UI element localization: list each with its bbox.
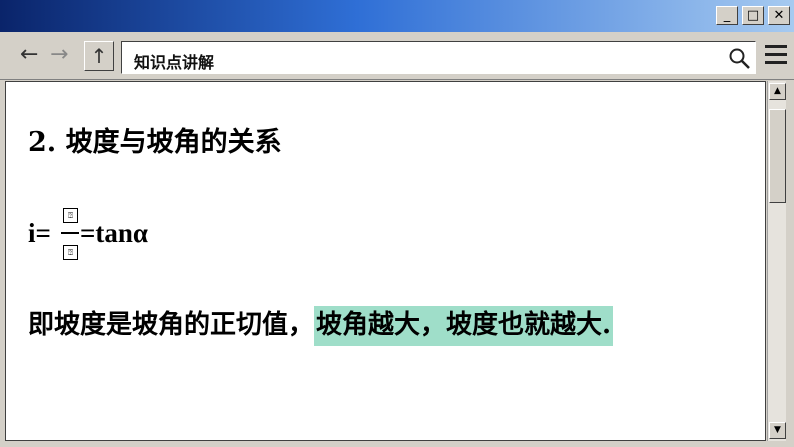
navigation-toolbar: ← → ↑ 知识点讲解	[0, 32, 794, 80]
window-titlebar: _ □ ✕	[0, 0, 794, 32]
formula-rhs: =tanα	[80, 218, 148, 248]
minimize-button[interactable]: _	[716, 6, 738, 25]
content-pane: 2. 坡度与坡角的关系 i= ⍰ ⍰ =tanα 即坡度是坡角的正切值，坡角越大…	[5, 81, 766, 441]
fraction-denominator: ⍰	[63, 245, 78, 260]
statement-highlight: 坡角越大，坡度也就越大.	[314, 306, 614, 346]
close-button[interactable]: ✕	[768, 6, 790, 25]
scroll-up-button[interactable]: ▲	[769, 83, 786, 100]
vertical-scrollbar[interactable]: ▲ ▼	[767, 81, 786, 441]
statement-plain: 即坡度是坡角的正切值，	[28, 310, 315, 340]
formula-lhs: i=	[28, 218, 51, 248]
scroll-thumb[interactable]	[769, 109, 786, 203]
address-text: 知识点讲解	[134, 53, 215, 72]
formula-fraction: ⍰ ⍰	[61, 205, 79, 263]
back-arrow-icon[interactable]: ←	[20, 44, 38, 66]
fraction-bar	[61, 232, 79, 234]
key-statement: 即坡度是坡角的正切值，坡角越大，坡度也就越大.	[28, 304, 614, 346]
address-bar[interactable]: 知识点讲解	[121, 41, 756, 74]
hamburger-menu-icon[interactable]	[765, 45, 787, 65]
section-heading: 2. 坡度与坡角的关系	[28, 127, 282, 158]
window-controls: _ □ ✕	[716, 6, 790, 25]
scroll-down-button[interactable]: ▼	[769, 422, 786, 439]
search-icon[interactable]	[727, 46, 751, 70]
forward-arrow-icon[interactable]: →	[50, 44, 68, 66]
fraction-numerator: ⍰	[63, 208, 78, 223]
maximize-button[interactable]: □	[742, 6, 764, 25]
up-button[interactable]: ↑	[84, 41, 114, 71]
